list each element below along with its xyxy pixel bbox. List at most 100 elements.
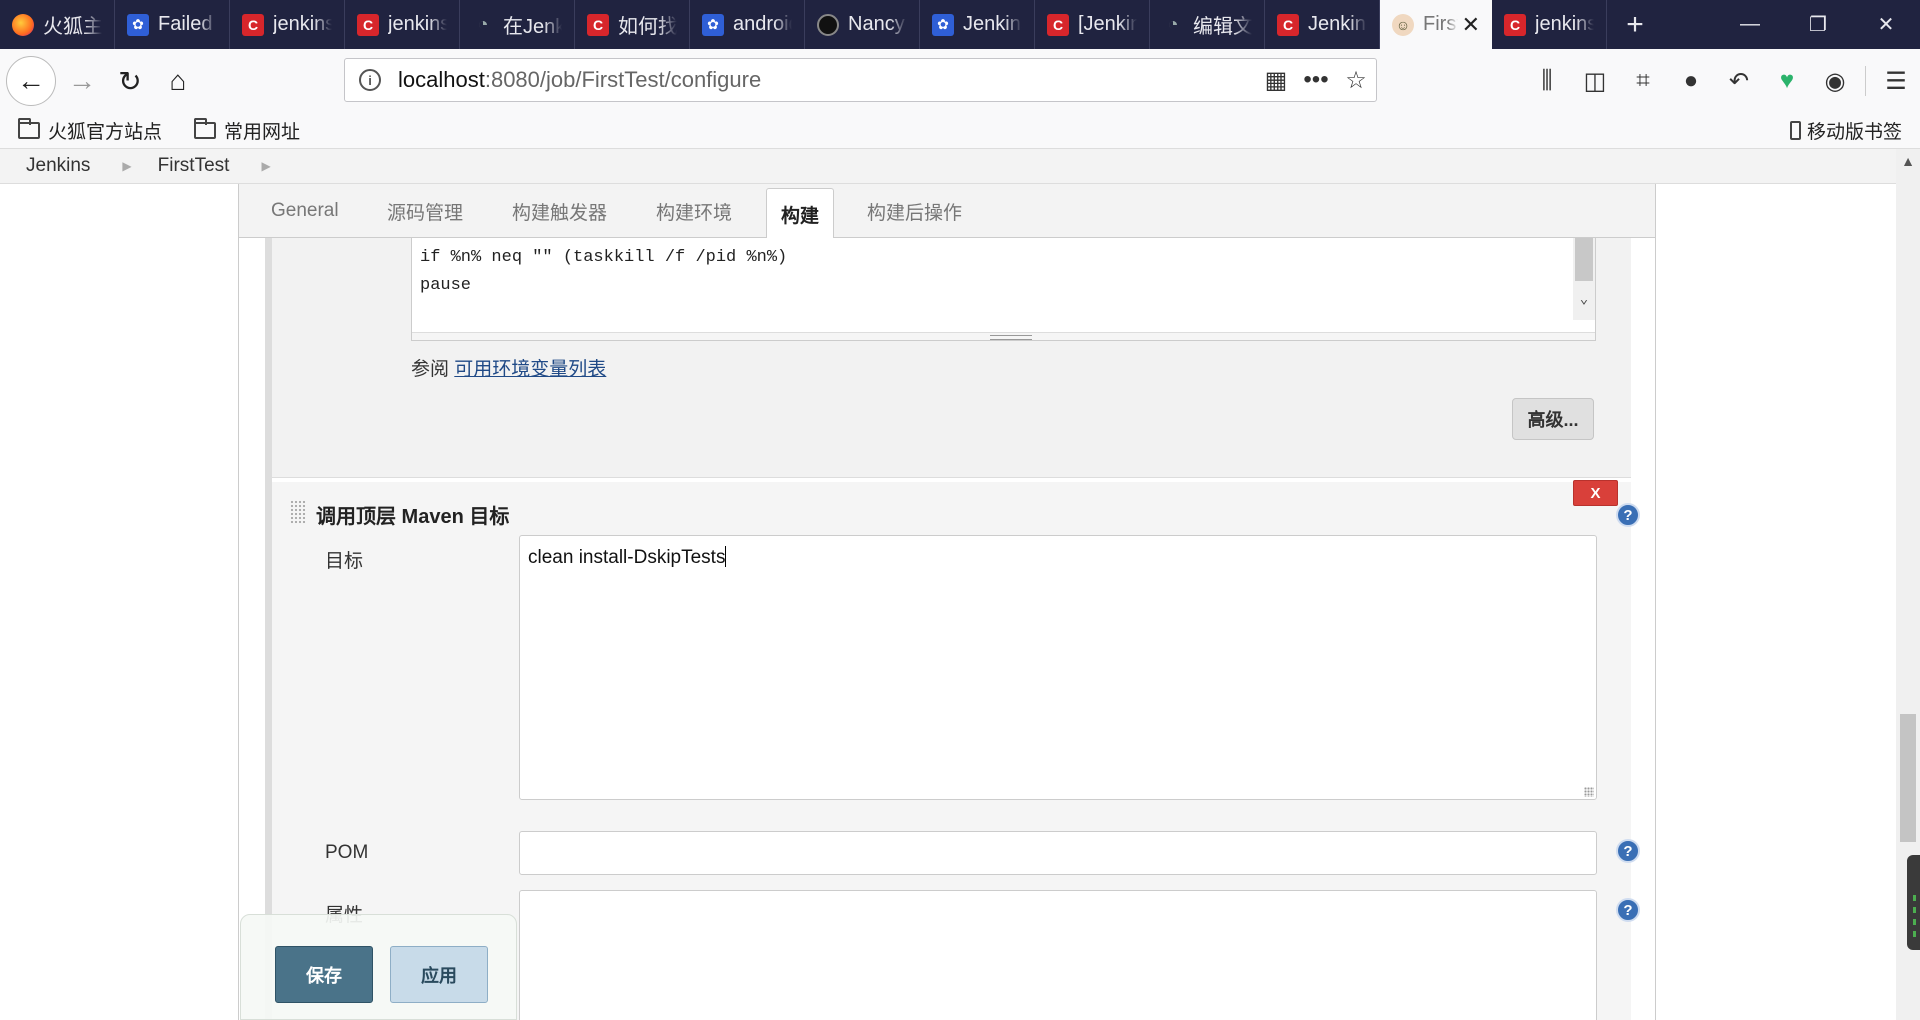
browser-tab[interactable]: ◔在Jenkins — [460, 0, 575, 49]
csdn-icon: C — [242, 13, 264, 36]
account-icon[interactable]: ◉ — [1811, 67, 1859, 96]
mobile-phone-icon — [1789, 121, 1801, 140]
maven-step-title: 调用顶层 Maven 目标 — [316, 506, 510, 528]
env-vars-link[interactable]: 可用环境变量列表 — [454, 359, 606, 380]
toolbar-separator — [1865, 66, 1866, 96]
help-icon[interactable]: ? — [1616, 503, 1640, 527]
csdn-icon: C — [1277, 13, 1299, 36]
minimize-icon[interactable]: — — [1716, 0, 1784, 49]
job-config-panel: General 源码管理 构建触发器 构建环境 构建 构建后操作 if %n% … — [238, 184, 1656, 1020]
bookmark-folder-firefox[interactable]: 火狐官方站点 — [18, 117, 162, 144]
textarea-scrollbar[interactable]: ⌄ — [1573, 238, 1595, 320]
restore-icon[interactable]: ❐ — [1784, 0, 1852, 49]
bookmarks-toolbar: 火狐官方站点 常用网址 移动版书签 — [0, 113, 1920, 149]
textarea-resize-grip[interactable] — [412, 332, 1595, 340]
drag-handle-icon[interactable] — [290, 500, 306, 524]
command-line: pause — [420, 276, 472, 295]
bottom-sticky-bar: 保存 应用 — [240, 914, 517, 1020]
home-icon[interactable]: ⌂ — [156, 59, 200, 103]
command-textarea[interactable]: if %n% neq "" (taskkill /f /pid %n%) pau… — [411, 238, 1596, 341]
pom-input[interactable] — [519, 831, 1597, 875]
config-tabs: General 源码管理 构建触发器 构建环境 构建 构建后操作 — [239, 184, 1655, 239]
goals-value: clean install-DskipTests — [528, 547, 726, 568]
breadcrumb-jenkins[interactable]: Jenkins — [26, 155, 90, 177]
browser-tab[interactable]: ✿android — [690, 0, 805, 49]
library-icon[interactable]: ⫼ — [1523, 67, 1571, 95]
close-window-icon[interactable]: ✕ — [1852, 0, 1920, 49]
forward-icon[interactable]: → — [60, 59, 104, 103]
command-line: if %n% neq "" (taskkill /f /pid %n%) — [420, 248, 788, 267]
breadcrumb: Jenkins ▶ FirstTest ▶ — [0, 149, 1896, 184]
github-icon — [817, 13, 839, 36]
resize-grip-icon[interactable] — [1584, 787, 1594, 797]
baidu-paw-icon: ✿ — [702, 13, 724, 36]
scrollbar-thumb[interactable] — [1900, 714, 1916, 842]
folder-icon — [194, 118, 217, 139]
baidu-paw-icon: ✿ — [932, 13, 954, 36]
bookmark-folder-common[interactable]: 常用网址 — [194, 117, 300, 144]
close-tab-icon[interactable]: ✕ — [1462, 12, 1480, 38]
baidu-paw-icon: ✿ — [127, 13, 149, 36]
tab-post-build[interactable]: 构建后操作 — [867, 184, 962, 238]
browser-tab[interactable]: C 如何找 — [575, 0, 690, 49]
save-button[interactable]: 保存 — [275, 946, 373, 1003]
qr-code-icon[interactable]: ▦ — [1256, 66, 1296, 95]
generic-page-icon: ◔ — [1167, 14, 1179, 34]
browser-tab[interactable]: Cjenkins — [345, 0, 460, 49]
site-info-icon[interactable]: i — [359, 69, 381, 91]
address-bar[interactable]: i localhost:8080/job/FirstTest/configure… — [344, 58, 1377, 102]
textarea-scrollbar-thumb[interactable] — [1575, 238, 1593, 281]
browser-tab[interactable]: ◔ 编辑文 — [1150, 0, 1265, 49]
menu-icon[interactable]: ☰ — [1872, 67, 1920, 96]
extension-shield-icon[interactable]: ♥ — [1763, 67, 1811, 95]
advanced-button[interactable]: 高级... — [1512, 398, 1594, 440]
browser-tab[interactable]: ✿Jenkins — [920, 0, 1035, 49]
browser-tab[interactable]: C[Jenkins — [1035, 0, 1150, 49]
sidebar-icon[interactable]: ◫ — [1571, 67, 1619, 96]
jenkins-butler-icon: ☺ — [1392, 13, 1414, 36]
side-widget[interactable] — [1907, 855, 1920, 950]
scroll-down-icon[interactable]: ⌄ — [1573, 286, 1595, 308]
browser-tab[interactable]: Cjenkins — [1492, 0, 1607, 49]
goals-textarea[interactable]: clean install-DskipTests — [519, 535, 1597, 800]
browser-tab[interactable]: 火狐主页 — [0, 0, 115, 49]
see-also-text: 参阅 可用环境变量列表 — [411, 359, 607, 380]
help-icon[interactable]: ? — [1616, 839, 1640, 863]
breadcrumb-arrow-icon[interactable]: ▶ — [261, 159, 270, 173]
browser-tab[interactable]: CJenkins — [1265, 0, 1380, 49]
batch-command-step: if %n% neq "" (taskkill /f /pid %n%) pau… — [272, 238, 1631, 478]
scroll-up-icon[interactable]: ▲ — [1896, 149, 1920, 173]
browser-tab[interactable]: Nancy — [805, 0, 920, 49]
csdn-icon: C — [1047, 13, 1069, 36]
tab-build[interactable]: 构建 — [766, 188, 835, 239]
config-body: if %n% neq "" (taskkill /f /pid %n%) pau… — [239, 238, 1655, 1020]
tab-scm[interactable]: 源码管理 — [387, 184, 463, 238]
delete-step-button[interactable]: X — [1573, 480, 1618, 506]
tab-build-triggers[interactable]: 构建触发器 — [512, 184, 607, 238]
breadcrumb-firsttest[interactable]: FirstTest — [158, 155, 230, 177]
page-actions-icon[interactable]: ••• — [1296, 66, 1336, 94]
back-icon[interactable]: ← — [6, 56, 56, 106]
breadcrumb-arrow-icon[interactable]: ▶ — [122, 159, 131, 173]
tab-build-environment[interactable]: 构建环境 — [656, 184, 732, 238]
browser-tab-active[interactable]: ☺FirstTest✕ — [1380, 0, 1492, 49]
url-actions: ▦ ••• ☆ — [1256, 66, 1376, 95]
bookmark-star-icon[interactable]: ☆ — [1336, 66, 1376, 95]
reload-icon[interactable]: ↻ — [108, 59, 152, 103]
screenshot-crop-icon[interactable]: ⌗ — [1619, 67, 1667, 95]
properties-textarea[interactable] — [519, 890, 1597, 1020]
mobile-bookmarks[interactable]: 移动版书签 — [1789, 117, 1902, 144]
tab-general[interactable]: General — [271, 184, 339, 238]
toolbar-icons: ⫼ ◫ ⌗ ● ↶ ♥ ◉ ☰ — [1523, 49, 1920, 113]
firefox-icon — [12, 13, 34, 36]
chat-bubble-icon[interactable]: ● — [1667, 67, 1715, 95]
browser-tab[interactable]: ✿ Failed — [115, 0, 230, 49]
url-text[interactable]: localhost:8080/job/FirstTest/configure — [398, 67, 761, 93]
undo-arrow-icon[interactable]: ↶ — [1715, 67, 1763, 96]
help-icon[interactable]: ? — [1616, 898, 1640, 922]
apply-button[interactable]: 应用 — [390, 946, 488, 1003]
pom-label: POM — [325, 842, 369, 863]
csdn-icon: C — [357, 13, 379, 36]
new-tab-button[interactable]: + — [1607, 0, 1663, 49]
browser-tab[interactable]: Cjenkins — [230, 0, 345, 49]
